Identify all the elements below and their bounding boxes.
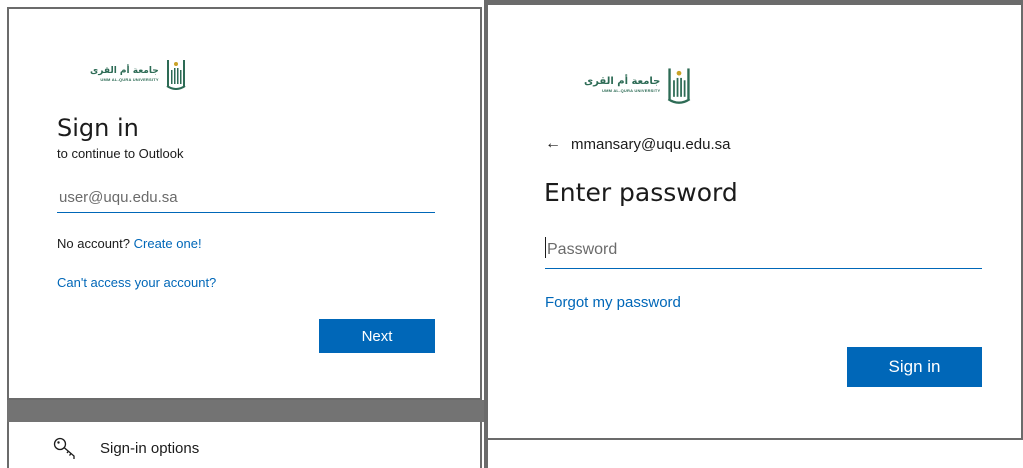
sign-in-subtitle: to continue to Outlook bbox=[57, 146, 184, 161]
password-input[interactable] bbox=[545, 232, 982, 269]
cant-access-link[interactable]: Can't access your account? bbox=[57, 275, 216, 290]
sign-in-title: Sign in bbox=[57, 114, 139, 142]
window-separator bbox=[7, 400, 484, 422]
enter-password-title: Enter password bbox=[544, 178, 738, 207]
logo-arabic-text: جامعة أم القرى bbox=[584, 76, 661, 87]
next-button[interactable]: Next bbox=[319, 319, 435, 353]
sign-in-options-label: Sign-in options bbox=[100, 439, 200, 457]
logo-english-text: UMM AL-QURA UNIVERSITY bbox=[100, 76, 159, 82]
university-logo: جامعة أم القرى UMM AL-QURA UNIVERSITY bbox=[90, 58, 187, 90]
sign-in-options-button[interactable]: Sign-in options bbox=[52, 435, 199, 461]
no-account-row: No account? Create one! bbox=[57, 236, 202, 251]
logo-arabic-text: جامعة أم القرى bbox=[90, 65, 159, 76]
forgot-password-link[interactable]: Forgot my password bbox=[545, 294, 681, 311]
logo-english-text: UMM AL-QURA UNIVERSITY bbox=[602, 88, 661, 93]
university-logo-right: جامعة أم القرى UMM AL-QURA UNIVERSITY bbox=[584, 66, 692, 104]
no-account-text: No account? bbox=[57, 236, 130, 251]
email-input[interactable] bbox=[57, 182, 435, 213]
university-emblem-icon bbox=[668, 68, 691, 104]
account-email: mmansary@uqu.edu.sa bbox=[571, 135, 731, 153]
text-cursor bbox=[545, 237, 546, 258]
key-icon bbox=[53, 437, 75, 459]
university-emblem-icon bbox=[166, 60, 186, 90]
sign-in-button[interactable]: Sign in bbox=[847, 347, 982, 387]
back-to-email-button[interactable]: ← mmansary@uqu.edu.sa bbox=[545, 135, 730, 153]
create-account-link[interactable]: Create one! bbox=[134, 236, 202, 251]
arrow-left-icon: ← bbox=[545, 135, 561, 152]
